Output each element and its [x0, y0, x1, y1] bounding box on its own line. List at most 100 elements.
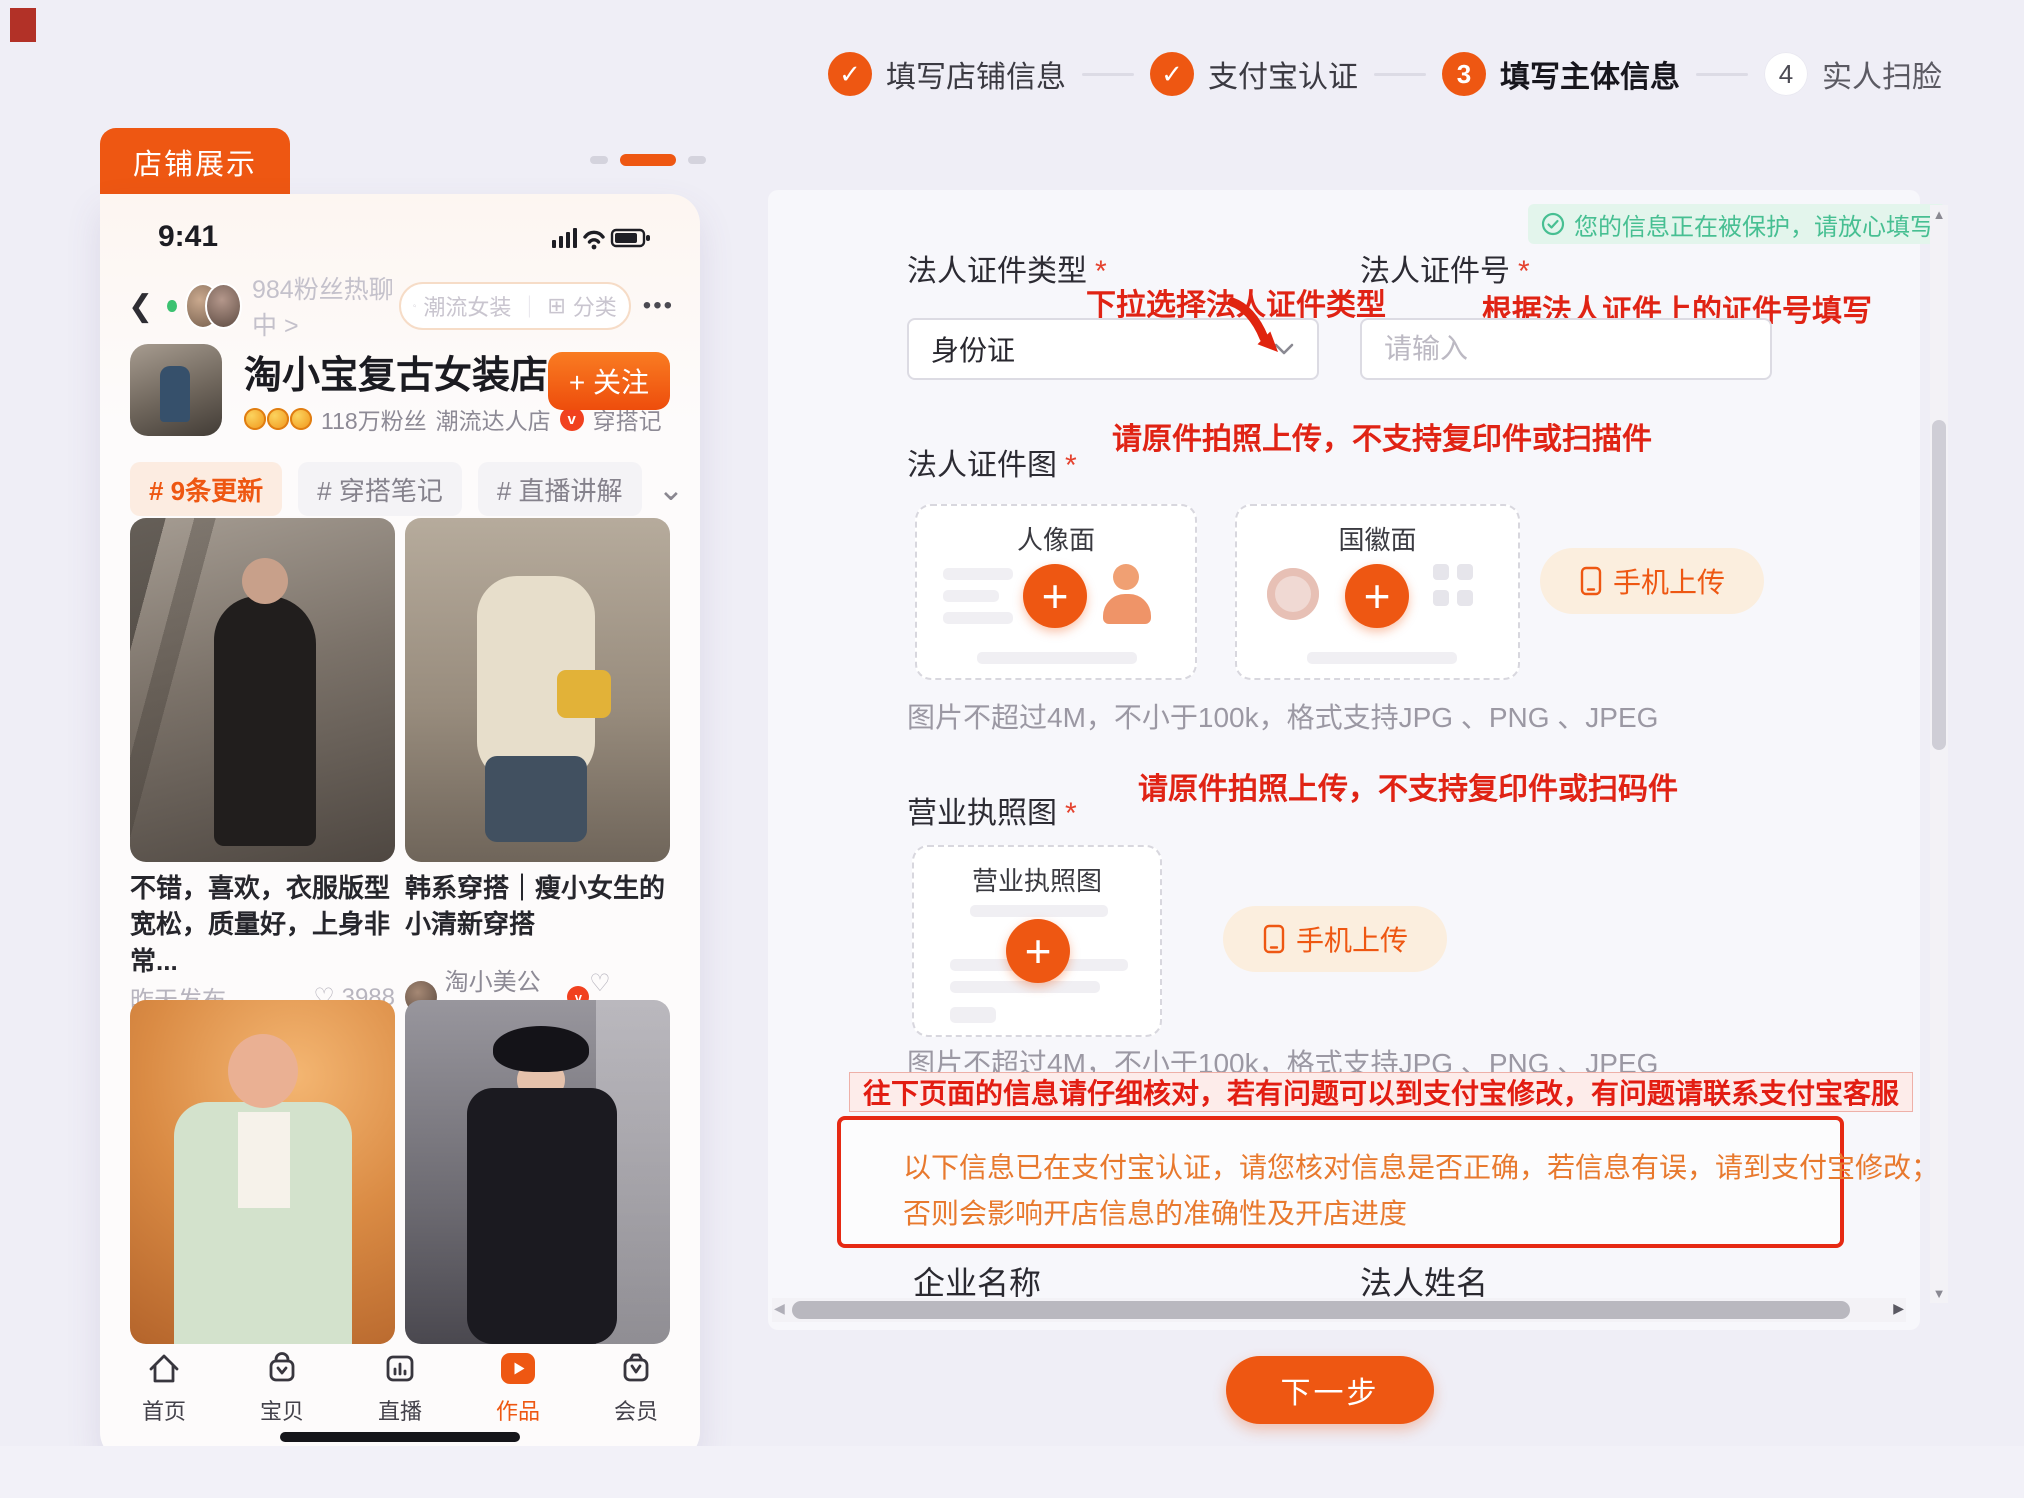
- horizontal-scrollbar-thumb[interactable]: [792, 1301, 1850, 1319]
- required-mark: *: [1065, 449, 1077, 482]
- step-alipay-auth: ✓ 支付宝认证: [1150, 52, 1358, 96]
- step-divider: [1696, 73, 1748, 76]
- tabbar-home: 首页: [142, 1348, 186, 1426]
- step-label: 填写主体信息: [1500, 52, 1680, 96]
- horizontal-scrollbar[interactable]: ◀ ▶: [772, 1298, 1906, 1322]
- carousel-dot: [590, 156, 608, 164]
- upload-button-label: 手机上传: [1613, 561, 1725, 601]
- progress-stepper: ✓ 填写店铺信息 ✓ 支付宝认证 3 填写主体信息 4 实人扫脸: [828, 52, 1942, 96]
- follow-button: + 关注: [548, 352, 670, 410]
- upload-card-title: 国徽面: [1237, 520, 1518, 557]
- cert-no-input[interactable]: [1360, 318, 1772, 380]
- next-step-button[interactable]: 下一步: [1226, 1356, 1434, 1424]
- store-name: 淘小宝复古女装店: [244, 344, 548, 399]
- cert-image-annotation: 请原件拍照上传，不支持复印件或扫描件: [1112, 414, 1652, 458]
- required-mark: *: [1065, 797, 1077, 830]
- tabbar-member: 会员: [614, 1348, 658, 1426]
- back-icon: ❮: [128, 289, 153, 324]
- step-label: 填写店铺信息: [886, 52, 1066, 96]
- carousel-dot: [688, 156, 706, 164]
- scroll-right-arrow[interactable]: ▶: [1893, 1300, 1904, 1317]
- review-banner: 往下页面的信息请仔细核对，若有问题可以到支付宝修改，有问题请联系支付宝客服: [849, 1072, 1913, 1112]
- scroll-up-arrow[interactable]: ▲: [1930, 207, 1948, 222]
- mobile-upload-button[interactable]: 手机上传: [1540, 548, 1764, 614]
- post-photo: [130, 518, 395, 862]
- content-tabs: # 9条更新 # 穿搭笔记 # 直播讲解 ⌄: [130, 462, 674, 516]
- phone-icon: [1262, 924, 1286, 954]
- portrait-icon: [1103, 594, 1151, 624]
- protection-notice: 您的信息正在被保护，请放心填写: [1528, 204, 1946, 244]
- tab-outfit-notes: # 穿搭笔记: [298, 462, 462, 516]
- carousel-indicator: [590, 154, 706, 166]
- store-header: 淘小宝复古女装店 118万粉丝 潮流达人店 v 穿搭记 + 关注: [130, 344, 670, 448]
- cert-image-label: 法人证件图*: [907, 440, 1077, 484]
- search-icon: [413, 295, 417, 317]
- chevron-down-icon: ⌄: [658, 479, 685, 499]
- required-mark: *: [1518, 255, 1530, 288]
- tabbar-live: 直播: [378, 1348, 422, 1426]
- tab-updates: # 9条更新: [130, 462, 282, 516]
- corner-marker: [10, 8, 36, 42]
- protection-text: 您的信息正在被保护，请放心填写: [1574, 207, 1934, 242]
- signal-wifi-battery-icon: [552, 224, 656, 250]
- add-icon: +: [1345, 564, 1409, 628]
- cert-image-note: 图片不超过4M，不小于100k，格式支持JPG 、PNG 、JPEG: [907, 696, 1658, 736]
- tabbar-label: 直播: [378, 1394, 422, 1426]
- tabbar-works: 作品: [496, 1348, 540, 1426]
- post-grid-row1: [130, 518, 670, 862]
- shop-badge: 潮流达人店: [436, 402, 551, 436]
- medal-icon: [290, 408, 312, 430]
- online-dot: [167, 300, 176, 312]
- tabbar-label: 宝贝: [260, 1394, 304, 1426]
- search-keyword: 潮流女装: [423, 290, 511, 322]
- step-divider: [1374, 73, 1426, 76]
- shield-check-icon: [1540, 211, 1566, 237]
- check-icon: ✓: [1150, 52, 1194, 96]
- post-grid-row2: [130, 1000, 670, 1344]
- step-label: 支付宝认证: [1208, 52, 1358, 96]
- more-icon: •••: [643, 292, 674, 320]
- carousel-dot-active: [620, 154, 676, 166]
- scroll-left-arrow[interactable]: ◀: [774, 1300, 785, 1317]
- verified-icon: v: [560, 407, 584, 431]
- add-icon: +: [1006, 919, 1070, 983]
- tab-live-explain: # 直播讲解: [478, 462, 642, 516]
- alipay-notice-line2: 否则会影响开店信息的准确性及开店进度: [903, 1192, 1407, 1232]
- medal-icon: [267, 408, 289, 430]
- license-image-label: 营业执照图*: [907, 788, 1077, 832]
- bag-icon: [262, 1348, 302, 1388]
- upload-card-title: 人像面: [917, 520, 1195, 557]
- heart-icon: ♡: [589, 970, 611, 997]
- alipay-notice-line1: 以下信息已在支付宝认证，请您核对信息是否正确，若信息有误，请到支付宝修改；: [903, 1146, 1939, 1186]
- step-divider: [1082, 73, 1134, 76]
- search-category: 分类: [573, 290, 617, 322]
- add-icon: +: [1023, 564, 1087, 628]
- upload-card-license[interactable]: 营业执照图 +: [912, 845, 1162, 1037]
- portrait-icon: [1113, 564, 1139, 590]
- search-bar: 潮流女装 ｜ ⊞ 分类: [399, 282, 631, 330]
- mobile-upload-button[interactable]: 手机上传: [1223, 906, 1447, 972]
- emblem-icon: [1267, 568, 1319, 620]
- bottom-band: [0, 1446, 2024, 1498]
- step-label: 实人扫脸: [1822, 52, 1942, 96]
- fans-count: 118万粉丝: [321, 402, 427, 436]
- fans-chat-status: 984粉丝热聊中 >: [252, 270, 399, 342]
- upload-card-title: 营业执照图: [914, 861, 1160, 898]
- upload-card-back[interactable]: 国徽面 +: [1235, 504, 1520, 680]
- scroll-down-arrow[interactable]: ▼: [1930, 1286, 1948, 1301]
- works-play-icon: [498, 1348, 538, 1388]
- vertical-scrollbar[interactable]: ▲ ▼: [1930, 205, 1948, 1303]
- status-time: 9:41: [158, 220, 218, 254]
- step-subject-info: 3 填写主体信息: [1442, 52, 1680, 96]
- upload-button-label: 手机上传: [1296, 919, 1408, 959]
- tabbar-label: 作品: [496, 1394, 540, 1426]
- home-indicator: [280, 1432, 520, 1442]
- upload-card-front[interactable]: 人像面 +: [915, 504, 1197, 680]
- search-divider: ｜: [518, 290, 540, 322]
- phone-icon: [1579, 566, 1603, 596]
- vertical-scrollbar-thumb[interactable]: [1932, 420, 1946, 750]
- annotation-arrow-icon: [1218, 292, 1298, 368]
- license-image-annotation: 请原件拍照上传，不支持复印件或扫码件: [1138, 764, 1678, 808]
- medal-icon: [244, 408, 266, 430]
- step-store-info: ✓ 填写店铺信息: [828, 52, 1066, 96]
